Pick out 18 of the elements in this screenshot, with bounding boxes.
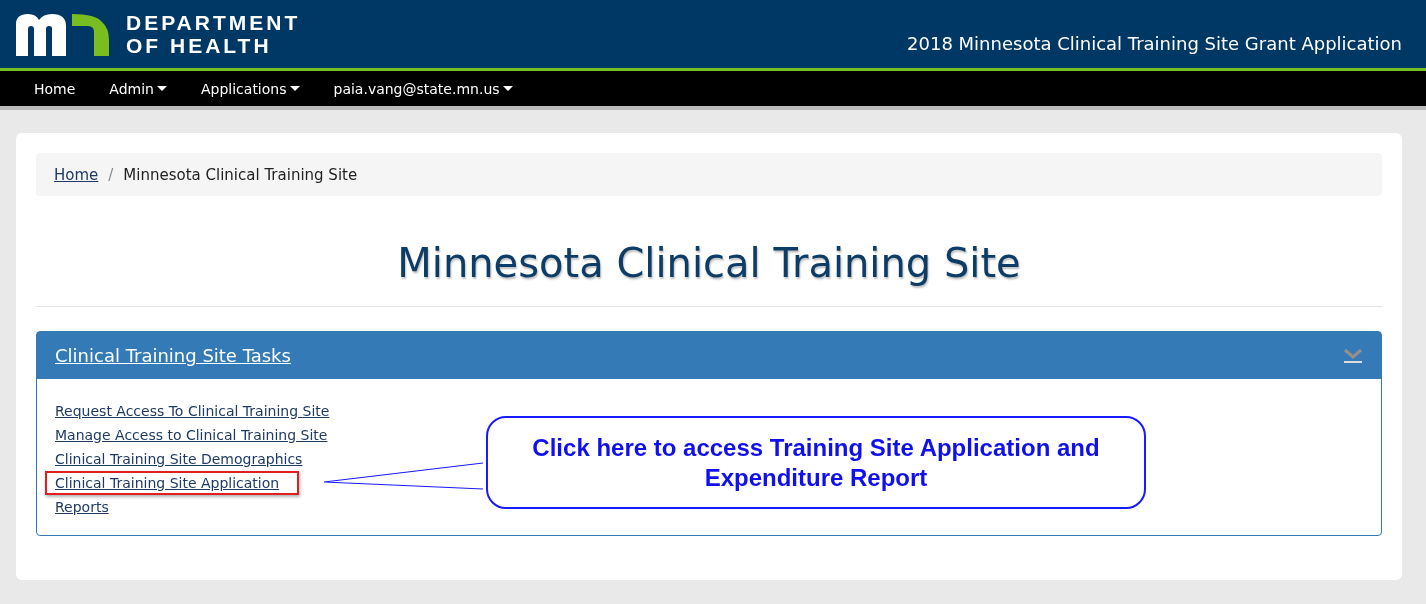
page-title: Minnesota Clinical Training Site	[36, 196, 1382, 307]
task-link[interactable]: Reports	[45, 495, 129, 519]
panel-title-link[interactable]: Clinical Training Site Tasks	[55, 345, 291, 366]
callout: Click here to access Training Site Application and Expenditure Report	[486, 416, 1146, 509]
nav-menu-item[interactable]: Admin	[109, 80, 167, 97]
breadcrumb-separator: /	[108, 165, 114, 184]
nav-menu-item[interactable]: Applications	[200, 80, 300, 97]
task-link[interactable]: Clinical Training Site Application	[45, 471, 300, 495]
breadcrumb-link[interactable]: Home	[54, 165, 99, 184]
chevron-down-icon[interactable]	[1343, 347, 1363, 364]
nav-menu-item[interactable]: Home	[34, 80, 76, 97]
task-link[interactable]: Request Access To Clinical Training Site	[45, 399, 350, 423]
department-logo-text: DEPARTMENT OF HEALTH	[126, 11, 301, 57]
nav-menu-item[interactable]: paia.vang@state.mn.us	[333, 80, 513, 97]
app-title: 2018 Minnesota Clinical Training Site Grant Application	[907, 32, 1402, 54]
breadcrumb-current: Minnesota Clinical Training Site	[123, 165, 358, 184]
task-link[interactable]: Clinical Training Site Demographics	[45, 447, 323, 471]
task-link[interactable]: Manage Access to Clinical Training Site	[45, 423, 348, 447]
